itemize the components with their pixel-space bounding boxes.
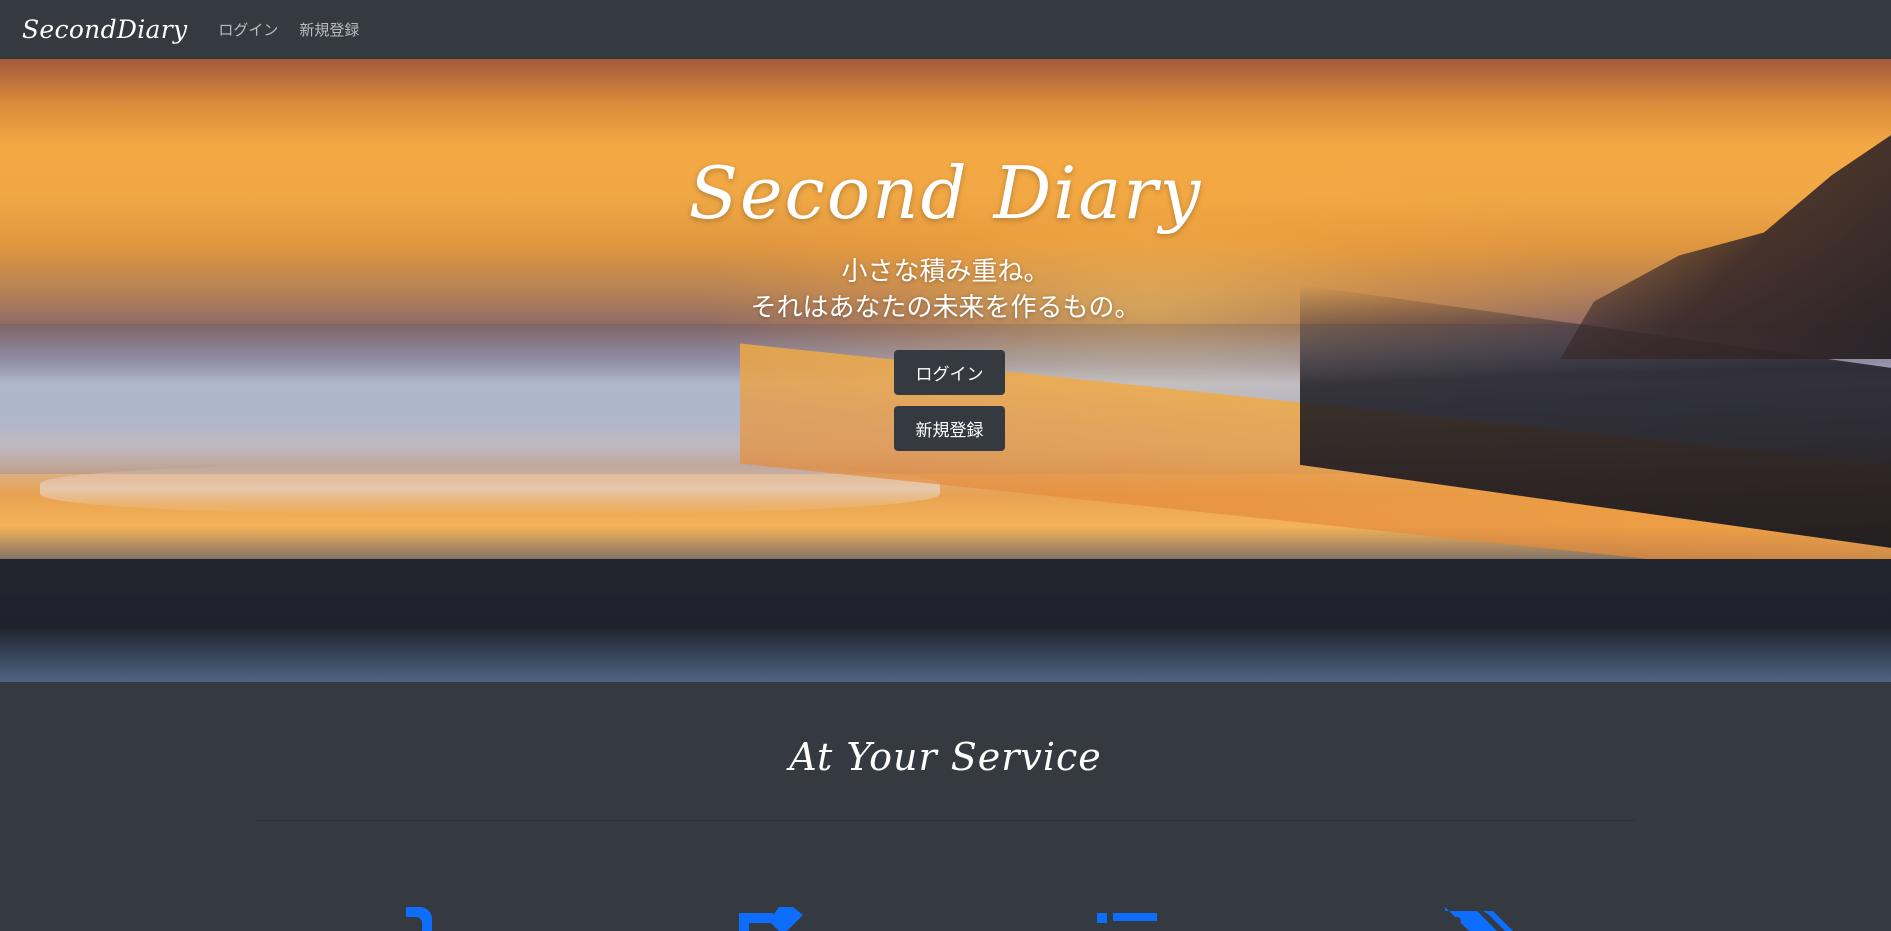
- login-button[interactable]: ログイン: [894, 350, 1005, 395]
- service-heading: At Your Service: [789, 735, 1102, 779]
- tag-icon: [1445, 907, 1513, 931]
- list-icon: [1097, 913, 1157, 923]
- wave-foam: [40, 464, 940, 514]
- navbar: SecondDiary ログイン 新規登録: [0, 0, 1891, 59]
- tagline-line-2: それはあなたの未来を作るもの。: [750, 293, 1141, 323]
- signup-button[interactable]: 新規登録: [894, 406, 1005, 451]
- edit-icon: [739, 907, 803, 931]
- brand-logo[interactable]: SecondDiary: [22, 15, 187, 44]
- service-icons-row: [0, 905, 1891, 931]
- foreground-wave: [0, 559, 1891, 682]
- tagline-line-1: 小さな積み重ね。: [841, 257, 1050, 287]
- hero-section: Second Diary 小さな積み重ね。 それはあなたの未来を作るもの。 ログ…: [0, 59, 1891, 682]
- diary-icon: [406, 907, 432, 931]
- nav-signup-link[interactable]: 新規登録: [299, 19, 359, 40]
- hero-tagline: 小さな積み重ね。 それはあなたの未来を作るもの。: [0, 254, 1891, 326]
- section-divider: [255, 820, 1635, 821]
- hero-title: Second Diary: [688, 151, 1203, 235]
- nav-login-link[interactable]: ログイン: [218, 19, 278, 40]
